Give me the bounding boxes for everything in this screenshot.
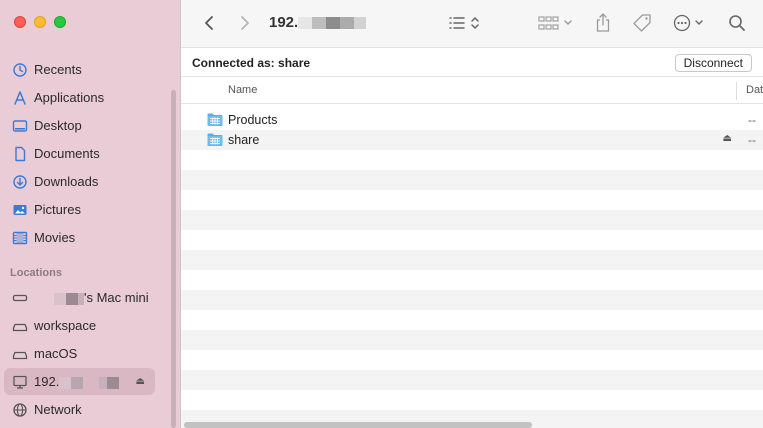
empty-row [181,390,763,410]
sidebar-item-label: Downloads [34,174,99,189]
empty-row [181,270,763,290]
share-icon [596,13,610,32]
group-button[interactable] [537,12,575,34]
sidebar-item-label: workspace [34,318,97,333]
server-icon [12,374,28,390]
column-header-name[interactable]: Name [228,84,257,96]
share-button[interactable] [594,12,612,34]
sidebar-item-network[interactable]: Network [4,396,155,423]
desktop-icon [12,118,28,134]
minimize-window-button[interactable] [34,16,46,28]
item-date: -- [748,133,756,147]
item-name: Products [228,113,278,127]
ellipsis-circle-icon [673,14,703,32]
sidebar-item-label: Recents [34,62,82,77]
zoom-window-button[interactable] [54,16,66,28]
drive-icon [12,318,28,334]
list-view-icon [449,16,479,30]
document-icon [12,146,28,162]
folder-icon [207,113,223,126]
tag-button[interactable] [632,12,652,34]
list-view-button[interactable] [447,12,483,34]
drive-icon [12,346,28,362]
empty-row [181,350,763,370]
file-list: Products -- share ⏏ -- [181,110,763,428]
sidebar-item-workspace[interactable]: workspace [4,312,155,339]
empty-row [181,230,763,250]
chevron-left-icon [205,16,213,30]
sidebar-item-desktop[interactable]: Desktop [4,112,155,139]
eject-icon[interactable]: ⏏ [136,376,145,387]
empty-row [181,190,763,210]
item-name: share [228,133,260,147]
empty-row [181,150,763,170]
drive-icon [12,290,28,306]
window-controls [14,16,66,28]
sidebar-item-label: Pictures [34,202,81,217]
window-title: 192. [269,14,367,31]
sidebar-item-server[interactable]: 192. ⏏ [4,368,155,395]
eject-icon[interactable]: ⏏ [723,133,732,144]
sidebar-item-label: Desktop [34,118,82,133]
sidebar-scrollbar[interactable] [171,90,176,428]
forward-button[interactable] [237,12,253,34]
empty-row [181,290,763,310]
list-header: Name Dat [181,78,763,104]
applications-icon [12,90,28,106]
empty-row [181,310,763,330]
search-button[interactable] [728,12,746,34]
disconnect-button[interactable]: Disconnect [674,54,752,72]
sidebar-item-recents[interactable]: Recents [4,56,155,83]
pictures-icon [12,202,28,218]
connected-as-label: Connected as: share [192,56,311,70]
empty-row [181,370,763,390]
horizontal-scrollbar[interactable] [184,422,532,428]
list-item[interactable]: share ⏏ -- [181,130,763,150]
sidebar-item-label: Applications [34,90,105,105]
chevron-right-icon [241,16,249,30]
download-icon [12,174,28,190]
search-icon [729,15,745,31]
more-actions-button[interactable] [673,12,707,34]
movies-icon [12,230,28,246]
sidebar-item-pictures[interactable]: Pictures [4,196,155,223]
sidebar-item-movies[interactable]: Movies [4,224,155,251]
sidebar-item-documents[interactable]: Documents [4,140,155,167]
connection-bar: Connected as: share Disconnect [181,49,763,77]
column-divider[interactable] [736,82,737,100]
empty-row [181,250,763,270]
empty-row [181,210,763,230]
empty-row [181,330,763,350]
sidebar-item-label: 192. [34,374,60,389]
item-date: -- [748,113,756,127]
folder-icon [207,133,223,146]
sidebar-item-label: Movies [34,230,76,245]
sidebar: Recents Applications Desktop Documents D… [0,0,181,428]
network-icon [12,402,28,418]
sidebar-item-label: Network [34,402,82,417]
tag-icon [633,14,651,32]
sidebar-item-label: macOS [34,346,78,361]
back-button[interactable] [201,12,217,34]
toolbar: 192. [181,0,763,48]
sidebar-item-macos[interactable]: macOS [4,340,155,367]
sidebar-item-label: Documents [34,146,100,161]
column-header-date[interactable]: Dat [746,84,763,96]
locations-heading: Locations [10,267,62,279]
sidebar-item-downloads[interactable]: Downloads [4,168,155,195]
empty-row [181,170,763,190]
close-window-button[interactable] [14,16,26,28]
grid-icon [538,16,572,30]
list-item[interactable]: Products -- [181,110,763,130]
sidebar-item-mac-mini[interactable]: 's Mac mini [4,284,155,311]
sidebar-item-applications[interactable]: Applications [4,84,155,111]
clock-icon [12,62,28,78]
sidebar-item-label: 's Mac mini [84,290,149,305]
